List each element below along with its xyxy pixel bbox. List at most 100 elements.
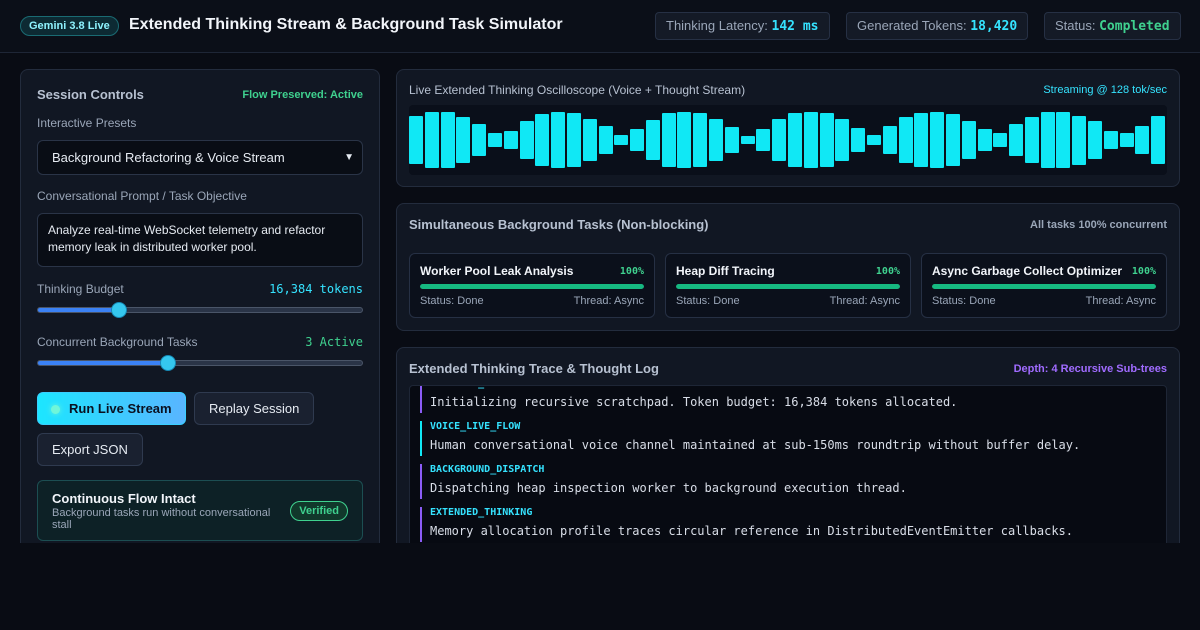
concurrent-tasks-value: 3 Active bbox=[305, 335, 363, 349]
background-tasks-panel: Simultaneous Background Tasks (Non-block… bbox=[396, 203, 1180, 331]
task-card[interactable]: Heap Diff Tracing 100% Status: Done Thre… bbox=[665, 253, 911, 318]
task-thread: Thread: Async bbox=[573, 295, 644, 307]
waveform-bar bbox=[1040, 111, 1055, 169]
live-dot-icon bbox=[51, 405, 60, 414]
waveform-bar bbox=[914, 112, 929, 168]
status-value: Completed bbox=[1099, 19, 1170, 34]
waveform-bar bbox=[409, 116, 423, 164]
slider-fill bbox=[38, 361, 168, 365]
task-status: Status: Done bbox=[676, 295, 740, 307]
background-tasks-title: Simultaneous Background Tasks (Non-block… bbox=[409, 217, 709, 232]
waveform-bar bbox=[424, 111, 439, 169]
oscilloscope-waveform bbox=[409, 105, 1167, 175]
waveform-bar bbox=[1024, 117, 1039, 163]
log-entry-kind: BACKGROUND_DISPATCH bbox=[430, 464, 545, 475]
prompt-textarea[interactable]: Analyze real-time WebSocket telemetry an… bbox=[37, 213, 363, 267]
thinking-latency-stat: Thinking Latency: 142 ms bbox=[655, 12, 830, 40]
thought-log[interactable]: EXTENDED_THINKING Initializing recursive… bbox=[409, 385, 1167, 543]
flow-card-subtitle: Background tasks run without conversatio… bbox=[52, 507, 271, 531]
presets-select[interactable]: Background Refactoring & Voice Stream ▼ bbox=[37, 140, 363, 175]
waveform-bar bbox=[487, 133, 502, 147]
oscilloscope-title: Live Extended Thinking Oscilloscope (Voi… bbox=[409, 83, 746, 97]
chevron-down-icon: ▼ bbox=[344, 152, 354, 163]
latency-label: Thinking Latency: bbox=[666, 18, 768, 33]
task-card[interactable]: Async Garbage Collect Optimizer 100% Sta… bbox=[921, 253, 1167, 318]
waveform-bar bbox=[440, 111, 455, 169]
oscilloscope-panel: Live Extended Thinking Oscilloscope (Voi… bbox=[396, 69, 1180, 187]
log-entry-kind: EXTENDED_THINKING bbox=[430, 386, 1150, 390]
presets-label: Interactive Presets bbox=[37, 116, 137, 130]
waveform-bar bbox=[456, 117, 471, 163]
replay-session-button[interactable]: Replay Session bbox=[194, 392, 315, 425]
log-entry-kind: EXTENDED_THINKING bbox=[430, 507, 533, 518]
waveform-bar bbox=[614, 135, 629, 145]
task-percent: 100% bbox=[875, 266, 900, 277]
export-json-button[interactable]: Export JSON bbox=[37, 433, 143, 466]
task-status: Status: Done bbox=[932, 295, 996, 307]
thought-trace-panel: Extended Thinking Trace & Thought Log De… bbox=[396, 347, 1180, 543]
background-tasks-summary: All tasks 100% concurrent bbox=[1030, 219, 1167, 231]
task-thread: Thread: Async bbox=[829, 295, 900, 307]
log-entry-text: Initializing recursive scratchpad. Token… bbox=[430, 395, 958, 409]
waveform-bar bbox=[1088, 121, 1103, 159]
waveform-bar bbox=[693, 113, 708, 167]
run-button-label: Run Live Stream bbox=[69, 401, 172, 416]
log-entry: VOICE_LIVE_FLOW Human conversational voi… bbox=[420, 421, 1150, 456]
task-progress-fill bbox=[676, 284, 900, 289]
slider-thumb[interactable] bbox=[159, 355, 176, 371]
task-card[interactable]: Worker Pool Leak Analysis 100% Status: D… bbox=[409, 253, 655, 318]
session-controls-panel: Session Controls Flow Preserved: Active … bbox=[20, 69, 380, 543]
waveform-bar bbox=[835, 119, 850, 161]
waveform-bar bbox=[772, 119, 787, 161]
waveform-bar bbox=[566, 112, 581, 168]
flow-preserved-status: Flow Preserved: Active bbox=[242, 89, 363, 101]
waveform-bar bbox=[519, 121, 534, 159]
latency-value: 142 ms bbox=[771, 19, 819, 34]
waveform-bar bbox=[819, 112, 834, 168]
waveform-bar bbox=[740, 136, 755, 144]
task-progress-fill bbox=[932, 284, 1156, 289]
generated-tokens-stat: Generated Tokens: 18,420 bbox=[846, 12, 1029, 40]
app-header: Gemini 3.8 Live Extended Thinking Stream… bbox=[0, 0, 1200, 53]
waveform-bar bbox=[1056, 111, 1071, 169]
verified-badge: Verified bbox=[290, 501, 348, 521]
task-progress-bar bbox=[676, 284, 900, 289]
task-name: Worker Pool Leak Analysis bbox=[420, 264, 574, 278]
waveform-bar bbox=[582, 119, 597, 161]
waveform-bar bbox=[945, 114, 960, 166]
waveform-bar bbox=[788, 113, 802, 167]
waveform-bar bbox=[472, 124, 487, 156]
slider-thumb[interactable] bbox=[111, 302, 127, 318]
waveform-bar bbox=[630, 128, 645, 152]
status-stat: Status: Completed bbox=[1044, 12, 1181, 40]
task-percent: 100% bbox=[1131, 266, 1156, 277]
log-entry: EXTENDED_THINKING Initializing recursive… bbox=[420, 386, 1150, 413]
task-thread: Thread: Async bbox=[1085, 295, 1156, 307]
log-entry-text: Dispatching heap inspection worker to ba… bbox=[430, 481, 907, 495]
waveform-bar bbox=[882, 126, 897, 154]
log-entry-text: Human conversational voice channel maint… bbox=[430, 438, 1081, 452]
waveform-bar bbox=[1119, 133, 1134, 147]
waveform-bar bbox=[1103, 130, 1118, 150]
thinking-budget-slider[interactable] bbox=[37, 302, 363, 318]
waveform-bar bbox=[977, 128, 992, 152]
waveform-bar bbox=[930, 111, 945, 169]
prompt-label: Conversational Prompt / Task Objective bbox=[37, 189, 247, 203]
run-live-stream-button[interactable]: Run Live Stream bbox=[37, 392, 186, 425]
waveform-bar bbox=[993, 133, 1008, 147]
log-entry-kind: VOICE_LIVE_FLOW bbox=[430, 421, 521, 432]
waveform-bar bbox=[756, 128, 771, 152]
concurrent-tasks-slider[interactable] bbox=[37, 355, 363, 371]
waveform-bar bbox=[551, 111, 566, 169]
waveform-bar bbox=[898, 117, 913, 163]
waveform-bar bbox=[866, 135, 881, 145]
slider-fill bbox=[38, 308, 119, 312]
page-title: Extended Thinking Stream & Background Ta… bbox=[129, 16, 563, 33]
waveform-bar bbox=[961, 121, 976, 159]
waveform-bar bbox=[677, 111, 692, 169]
waveform-bar bbox=[535, 114, 550, 166]
waveform-bar bbox=[1009, 124, 1024, 156]
flow-card-title: Continuous Flow Intact bbox=[52, 491, 196, 506]
log-entry: EXTENDED_THINKING Memory allocation prof… bbox=[420, 507, 1150, 542]
task-progress-fill bbox=[420, 284, 644, 289]
